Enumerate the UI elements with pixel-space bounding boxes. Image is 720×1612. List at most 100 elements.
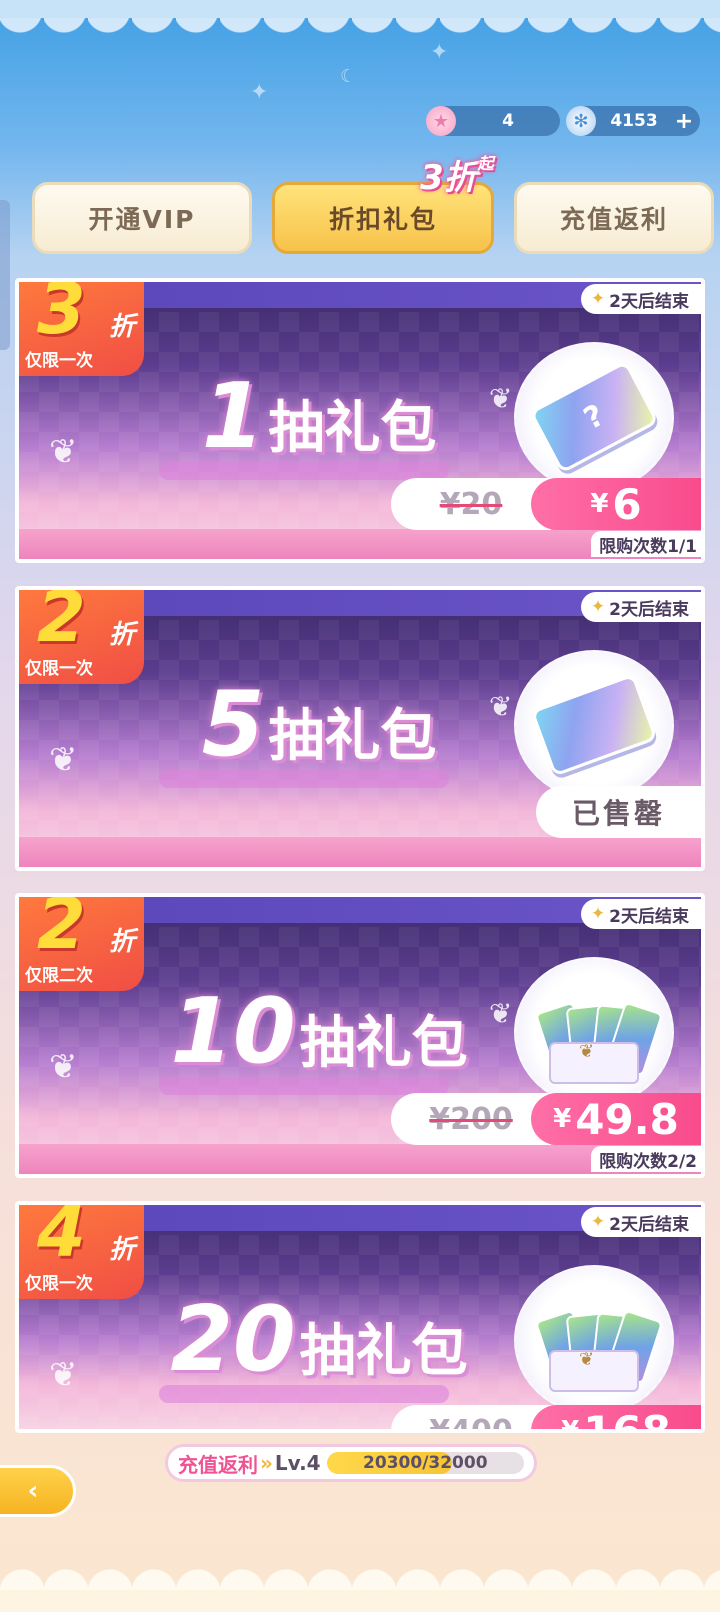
- price-row[interactable]: ¥200 ¥49.8: [391, 1093, 701, 1145]
- sale-price: 6: [612, 479, 642, 529]
- countdown-text: 2天后结束: [609, 291, 689, 312]
- discount-number: 2: [37, 893, 86, 965]
- sparkle-icon: ✦: [590, 1212, 606, 1232]
- discount-number: 2: [37, 586, 86, 658]
- tab-vip[interactable]: 开通VIP: [32, 182, 252, 254]
- rebate-progress-bar: 20300/32000: [326, 1452, 524, 1474]
- yen-sign: ¥: [561, 1416, 580, 1433]
- pack-card-20[interactable]: 4 折 仅限一次 ✦ 2天后结束 ❦ 20 抽礼包 ❦ ¥400 ¥168: [15, 1201, 705, 1433]
- question-ticket-icon: ?: [529, 360, 659, 474]
- tab-label: 开通VIP: [88, 205, 196, 234]
- original-price: ¥200: [391, 1093, 551, 1145]
- countdown-text: 2天后结束: [609, 599, 689, 620]
- star-currency: ★ 4: [426, 106, 560, 136]
- discount-tag: 2 折 仅限二次: [19, 893, 144, 991]
- pack-card-5[interactable]: 2 折 仅限一次 ✦ 2天后结束 ❦ ❦ 5 抽礼包 已售罄: [15, 586, 705, 871]
- butterfly-bow-icon: ❦: [579, 1349, 595, 1370]
- snowflake-icon: ✻: [566, 106, 596, 136]
- pack-count: 10: [170, 979, 296, 1084]
- ticket-stack-art: [514, 650, 674, 800]
- badge-value: 3折: [420, 158, 478, 198]
- pack-card-1[interactable]: 3 折 仅限一次 ✦ 2天后结束 ❦ ❦ 1 抽礼包 ? ¥20 ¥6 限购次数1…: [15, 278, 705, 563]
- rebate-label: 充值返利: [178, 1452, 258, 1477]
- card-envelope-art: ❦: [514, 957, 674, 1107]
- butterfly-icon: ❦: [489, 997, 513, 1030]
- pack-title: 5 抽礼包: [169, 680, 469, 770]
- sale-price: 168: [583, 1406, 671, 1433]
- pack-count: 5: [201, 672, 265, 777]
- original-price: ¥400: [391, 1405, 551, 1429]
- sparkle-icon: ✦: [250, 80, 269, 105]
- countdown-text: 2天后结束: [609, 1214, 689, 1235]
- discount-number: 3: [37, 278, 86, 350]
- star-count: 4: [502, 111, 514, 131]
- buy-button[interactable]: ¥6: [531, 478, 701, 530]
- purchase-frequency: 仅限一次: [25, 1274, 93, 1294]
- title-underline: [159, 770, 449, 788]
- star-icon: ★: [426, 106, 456, 136]
- tab-label: 充值返利: [559, 205, 668, 234]
- countdown-badge: ✦ 2天后结束: [580, 899, 701, 929]
- pack-suffix: 抽礼包: [268, 395, 437, 461]
- butterfly-icon: ❦: [489, 382, 513, 415]
- card-envelope-art: ❦: [514, 1265, 674, 1415]
- purchase-limit: 限购次数2/2: [591, 1146, 701, 1172]
- badge-suffix: 起: [477, 154, 494, 173]
- card-fan-icon: ❦: [534, 1300, 664, 1392]
- butterfly-icon: ❦: [49, 432, 78, 472]
- sparkle-icon: ✦: [590, 289, 606, 309]
- title-underline: [159, 1385, 449, 1403]
- butterfly-icon: ❦: [49, 740, 78, 780]
- discount-unit: 折: [109, 1235, 136, 1265]
- pack-card-10[interactable]: 2 折 仅限二次 ✦ 2天后结束 ❦ ❦ 10 抽礼包 ❦ ¥200 ¥49.8 …: [15, 893, 705, 1178]
- discount-tag: 3 折 仅限一次: [19, 278, 144, 376]
- purchase-limit: 限购次数1/1: [591, 531, 701, 557]
- crystal-currency[interactable]: ✻ 4153 +: [566, 106, 700, 136]
- discount-unit: 折: [109, 312, 136, 342]
- countdown-badge: ✦ 2天后结束: [580, 284, 701, 314]
- pack-suffix: 抽礼包: [268, 703, 437, 769]
- butterfly-icon: ❦: [489, 690, 513, 723]
- double-chevron-icon: »: [260, 1451, 273, 1475]
- countdown-text: 2天后结束: [609, 906, 689, 927]
- pack-suffix: 抽礼包: [299, 1010, 468, 1076]
- add-currency-button[interactable]: +: [672, 109, 696, 134]
- ticket-art: ?: [514, 342, 674, 492]
- tab-label: 折扣礼包: [328, 205, 437, 234]
- rebate-level: Lv.4: [274, 1451, 321, 1475]
- rebate-progress-text: 20300/32000: [363, 1453, 488, 1473]
- card-bottom-strip: [19, 837, 701, 867]
- original-price: ¥20: [391, 478, 551, 530]
- pack-title: 10 抽礼包: [169, 987, 469, 1077]
- buy-button[interactable]: ¥168: [531, 1405, 701, 1433]
- back-button[interactable]: ‹: [0, 1465, 76, 1517]
- top-lace-decoration: [0, 0, 720, 48]
- recharge-rebate-bar[interactable]: 充值返利 » Lv.4 20300/32000: [165, 1444, 537, 1482]
- back-arrow-icon: ‹: [27, 1476, 39, 1506]
- buy-button[interactable]: ¥49.8: [531, 1093, 701, 1145]
- discount-unit: 折: [109, 927, 136, 957]
- bottom-lace-decoration: [0, 1552, 720, 1612]
- sparkle-icon: ✦: [590, 597, 606, 617]
- sold-out-label: 已售罄: [536, 786, 701, 838]
- ticket-stack-icon: [530, 673, 658, 777]
- butterfly-icon: ❦: [49, 1047, 78, 1087]
- butterfly-icon: ❦: [49, 1355, 78, 1395]
- tab-recharge-rebate[interactable]: 充值返利: [514, 182, 714, 254]
- pack-title: 20 抽礼包: [169, 1295, 469, 1385]
- discount-tag: 4 折 仅限一次: [19, 1205, 144, 1299]
- sale-price: 49.8: [575, 1094, 679, 1144]
- price-row[interactable]: ¥20 ¥6: [391, 478, 701, 530]
- butterfly-bow-icon: ❦: [579, 1041, 595, 1062]
- moon-icon: ☾: [340, 66, 357, 87]
- sparkle-icon: ✦: [590, 904, 606, 924]
- countdown-badge: ✦ 2天后结束: [580, 592, 701, 622]
- discount-unit: 折: [109, 620, 136, 650]
- card-fan-icon: ❦: [534, 992, 664, 1084]
- side-handle[interactable]: [0, 200, 10, 350]
- purchase-frequency: 仅限二次: [25, 966, 93, 986]
- tab-discount-badge: 3折起: [420, 150, 494, 199]
- pack-suffix: 抽礼包: [299, 1318, 468, 1384]
- price-row[interactable]: ¥400 ¥168: [391, 1405, 701, 1433]
- pack-count: 20: [170, 1287, 296, 1392]
